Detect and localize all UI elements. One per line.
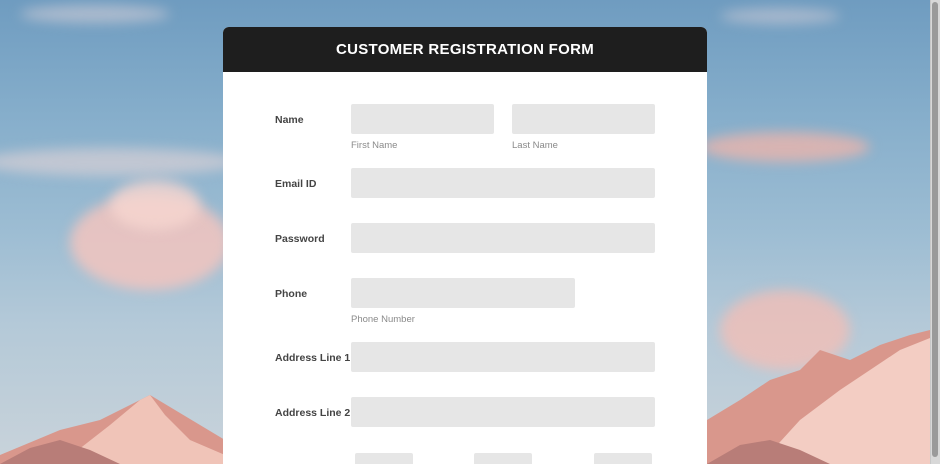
password-input[interactable]	[351, 223, 655, 253]
email-label: Email ID	[275, 178, 317, 190]
last-name-caption: Last Name	[512, 140, 558, 151]
first-name-input[interactable]	[351, 104, 494, 134]
last-name-input[interactable]	[512, 104, 655, 134]
address-zip-input[interactable]	[594, 453, 652, 464]
phone-input[interactable]	[351, 278, 575, 308]
phone-caption: Phone Number	[351, 314, 415, 325]
first-name-caption: First Name	[351, 140, 398, 151]
scrollbar-thumb[interactable]	[932, 2, 938, 457]
address-state-input[interactable]	[474, 453, 532, 464]
address-line-2-label: Address Line 2	[275, 407, 351, 419]
phone-label: Phone	[275, 288, 308, 300]
form-header: CUSTOMER REGISTRATION FORM	[223, 27, 707, 72]
email-input[interactable]	[351, 168, 655, 198]
address-line-1-input[interactable]	[351, 342, 655, 372]
address-city-input[interactable]	[355, 453, 413, 464]
form-title: CUSTOMER REGISTRATION FORM	[335, 41, 595, 58]
page-scrollbar[interactable]	[930, 0, 940, 464]
address-line-2-input[interactable]	[351, 397, 655, 427]
address-line-1-label: Address Line 1	[275, 352, 351, 364]
name-label: Name	[275, 114, 304, 126]
password-label: Password	[275, 233, 325, 245]
registration-form-card: CUSTOMER REGISTRATION FORM Name First Na…	[223, 27, 707, 464]
